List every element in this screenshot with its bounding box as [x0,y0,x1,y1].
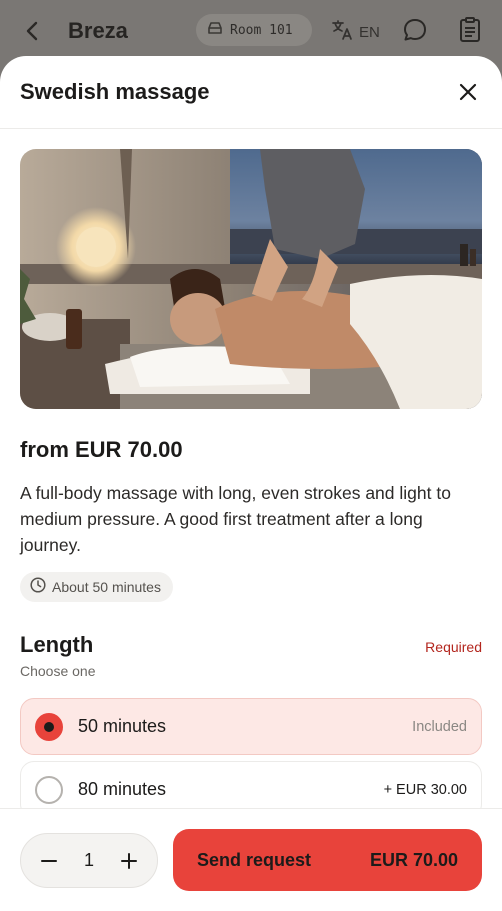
room-badge[interactable]: Room 101 [196,14,312,46]
total-price: EUR 70.00 [369,849,458,870]
room-label: Room 101 [230,22,293,38]
sheet-content[interactable]: from EUR 70.00 A full-body massage with … [0,130,502,808]
service-photo [20,149,482,409]
option-price: Included [412,718,467,735]
length-option[interactable]: 50 minutes Included [20,698,482,755]
send-request-button[interactable]: Send request EUR 70.00 [173,829,482,891]
sheet-header: Swedish massage [0,56,502,129]
language-label: EN [359,24,380,41]
duration-label: About 50 minutes [52,579,161,595]
send-request-label: Send request [197,849,312,870]
radio-button[interactable] [35,775,63,804]
option-label: 50 minutes [78,716,167,736]
service-price: from EUR 70.00 [20,437,183,462]
service-description: A full-body massage with long, even stro… [20,483,451,555]
plus-icon[interactable] [117,849,141,873]
option-label: 80 minutes [78,779,167,799]
radio-button[interactable] [35,712,63,741]
hotel-name: Breza [68,18,128,43]
quantity-value: 1 [83,850,94,870]
action-footer: 1 Send request EUR 70.00 [0,808,502,911]
close-icon[interactable] [454,78,482,106]
option-price: + EUR 30.00 [383,781,467,798]
length-subtitle: Choose one [20,663,96,679]
car-icon [206,21,224,40]
document-icon[interactable] [458,17,482,48]
required-label: Required [425,639,482,655]
chat-icon[interactable] [402,17,428,48]
length-title: Length [20,632,94,657]
translate-icon [330,18,354,47]
minus-icon[interactable] [37,849,61,873]
language-switcher[interactable]: EN [330,18,380,47]
service-sheet: Swedish massage from EUR 70.00 A full-bo… [0,56,502,911]
length-option[interactable]: 80 minutes + EUR 30.00 [20,761,482,808]
quantity-stepper[interactable]: 1 [20,833,158,888]
clock-icon [30,576,46,598]
duration-badge: About 50 minutes [20,572,173,602]
back-icon[interactable] [18,17,46,45]
sheet-title: Swedish massage [20,79,210,104]
